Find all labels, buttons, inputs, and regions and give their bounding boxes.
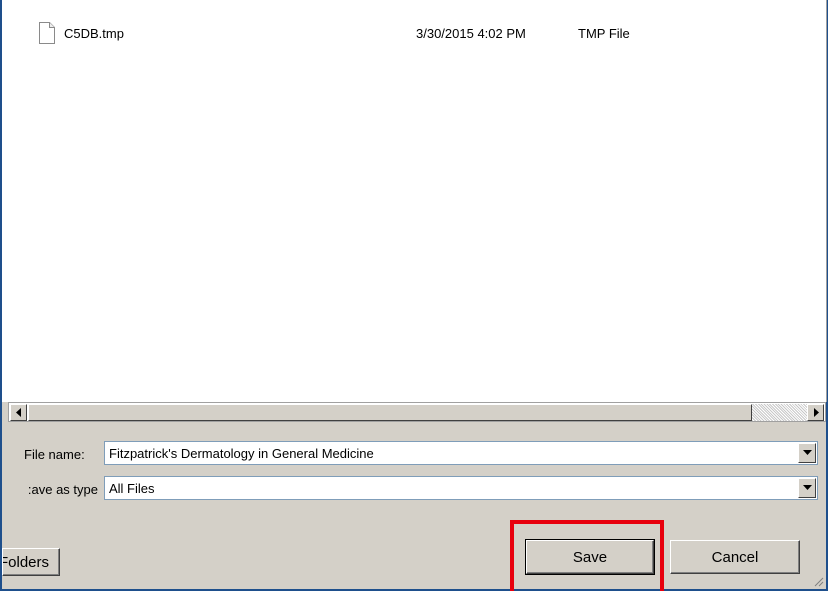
file-date-cell: 3/30/2015 4:02 PM — [416, 26, 526, 41]
scroll-track[interactable] — [752, 404, 808, 421]
file-list-item[interactable]: C5DB.tmp 3/30/2015 4:02 PM TMP File — [2, 22, 826, 44]
cancel-button[interactable]: Cancel — [670, 540, 800, 574]
save-as-type-select[interactable]: All Files — [104, 476, 818, 500]
arrow-left-icon — [16, 408, 21, 417]
scroll-left-button[interactable] — [10, 404, 27, 421]
file-name-field[interactable]: Fitzpatrick's Dermatology in General Med… — [104, 441, 818, 465]
resize-grip-icon[interactable] — [812, 575, 824, 587]
arrow-right-icon — [814, 408, 819, 417]
save-as-type-dropdown-button[interactable] — [798, 478, 816, 498]
folders-button-label: Folders — [2, 554, 50, 571]
save-as-type-value[interactable]: All Files — [109, 481, 155, 496]
save-as-type-label: ave as type: — [27, 482, 98, 497]
horizontal-scrollbar[interactable] — [8, 402, 826, 422]
save-button[interactable]: Save — [525, 539, 655, 575]
scroll-thumb[interactable] — [28, 404, 752, 421]
file-name-label: File name: — [24, 447, 85, 462]
file-type-cell: TMP File — [578, 26, 630, 41]
file-name-dropdown-button[interactable] — [798, 443, 816, 463]
file-name-value[interactable]: Fitzpatrick's Dermatology in General Med… — [109, 446, 374, 461]
chevron-down-icon — [803, 450, 812, 455]
file-list[interactable]: C5DB.tmp 3/30/2015 4:02 PM TMP File — [2, 0, 827, 402]
hide-folders-button[interactable]: Folders — [2, 548, 60, 576]
file-name-cell: C5DB.tmp — [64, 26, 124, 41]
document-icon — [38, 22, 56, 44]
chevron-down-icon — [803, 485, 812, 490]
scroll-right-button[interactable] — [807, 404, 824, 421]
